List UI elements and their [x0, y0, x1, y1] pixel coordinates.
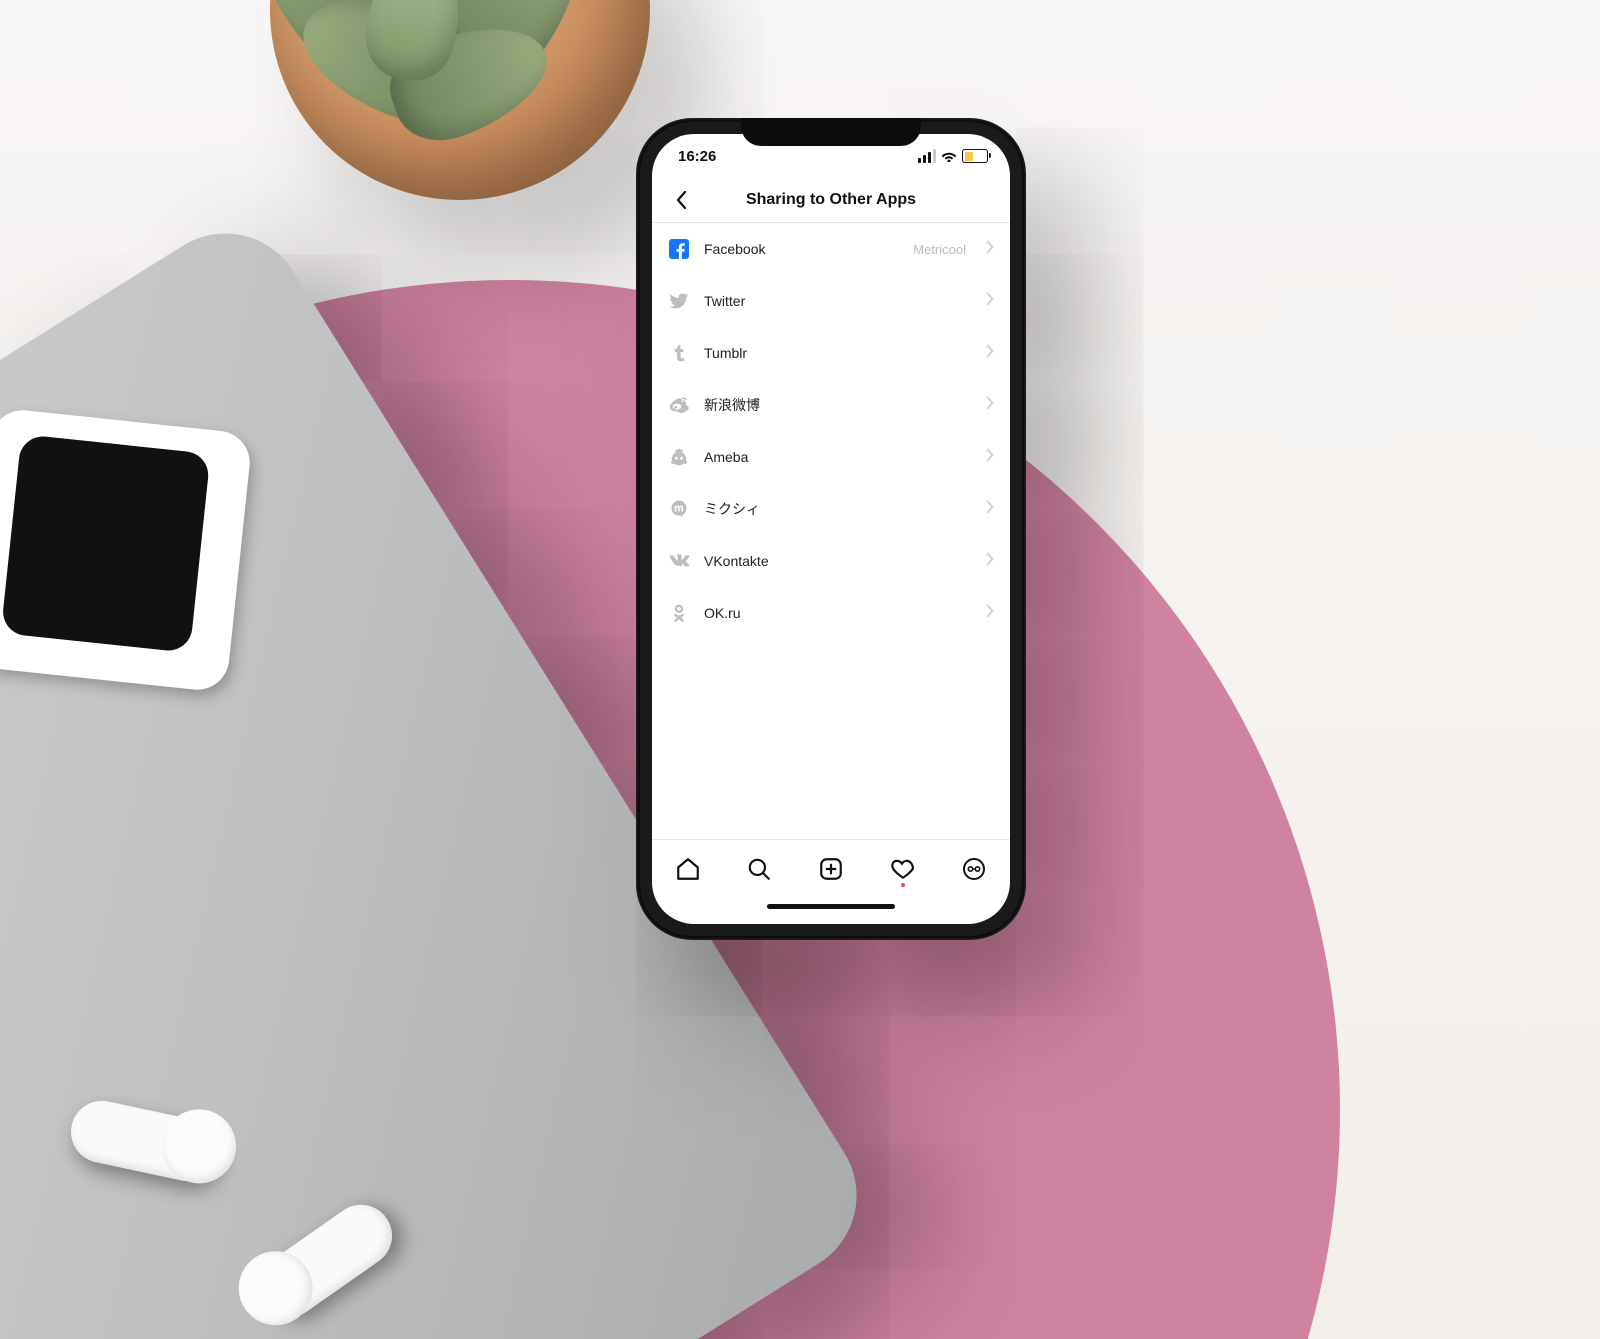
home-indicator	[652, 904, 1010, 924]
vkontakte-icon	[668, 550, 690, 572]
twitter-icon	[668, 290, 690, 312]
share-row-label: Tumblr	[704, 345, 972, 361]
phone-frame: 16:26 Sharing to Other Apps	[636, 118, 1026, 940]
tab-activity[interactable]	[881, 847, 925, 891]
notch	[741, 118, 921, 146]
share-row-twitter[interactable]: Twitter	[652, 275, 1010, 327]
share-row-label: Facebook	[704, 241, 899, 257]
profile-glasses-icon	[960, 856, 988, 882]
weibo-icon	[668, 394, 690, 416]
chevron-right-icon	[986, 604, 994, 623]
page-title: Sharing to Other Apps	[746, 191, 916, 209]
share-row-okru[interactable]: OK.ru	[652, 587, 1010, 639]
chevron-right-icon	[986, 396, 994, 415]
activity-dot-indicator	[901, 883, 905, 887]
share-row-label: 新浪微博	[704, 395, 972, 415]
sharing-apps-list: Facebook Metricool Twitter Tumblr	[652, 223, 1010, 839]
facebook-icon	[668, 238, 690, 260]
share-row-mixi[interactable]: ミクシィ	[652, 483, 1010, 535]
back-button[interactable]	[662, 178, 702, 222]
wifi-icon	[941, 150, 957, 162]
chevron-right-icon	[986, 240, 994, 259]
share-row-facebook[interactable]: Facebook Metricool	[652, 223, 1010, 275]
share-row-label: Twitter	[704, 293, 972, 309]
tab-bar	[652, 839, 1010, 904]
share-row-label: Ameba	[704, 449, 972, 465]
battery-icon	[962, 149, 988, 163]
mixi-icon	[668, 498, 690, 520]
share-row-vkontakte[interactable]: VKontakte	[652, 535, 1010, 587]
tab-home[interactable]	[666, 847, 710, 891]
tab-search[interactable]	[737, 847, 781, 891]
ameba-icon	[668, 446, 690, 468]
search-icon	[746, 856, 772, 882]
cellular-signal-icon	[918, 149, 936, 163]
nav-header: Sharing to Other Apps	[652, 178, 1010, 223]
scene-background: 16:26 Sharing to Other Apps	[0, 0, 1600, 1339]
tumblr-icon	[668, 342, 690, 364]
share-row-label: VKontakte	[704, 553, 972, 569]
share-row-tumblr[interactable]: Tumblr	[652, 327, 1010, 379]
plus-square-icon	[818, 856, 844, 882]
chevron-right-icon	[986, 552, 994, 571]
chevron-right-icon	[986, 344, 994, 363]
chevron-left-icon	[676, 190, 688, 210]
tab-profile[interactable]	[952, 847, 996, 891]
tab-new-post[interactable]	[809, 847, 853, 891]
status-time: 16:26	[678, 148, 716, 165]
phone-screen: 16:26 Sharing to Other Apps	[652, 134, 1010, 924]
plant-pot-decor	[270, 0, 650, 200]
chevron-right-icon	[986, 448, 994, 467]
camera-sticker-decor	[0, 407, 253, 693]
okru-icon	[668, 602, 690, 624]
share-row-label: ミクシィ	[704, 499, 972, 519]
share-row-weibo[interactable]: 新浪微博	[652, 379, 1010, 431]
heart-icon	[890, 856, 916, 882]
home-icon	[675, 856, 701, 882]
share-row-detail: Metricool	[913, 242, 966, 257]
share-row-label: OK.ru	[704, 605, 972, 621]
chevron-right-icon	[986, 500, 994, 519]
share-row-ameba[interactable]: Ameba	[652, 431, 1010, 483]
chevron-right-icon	[986, 292, 994, 311]
